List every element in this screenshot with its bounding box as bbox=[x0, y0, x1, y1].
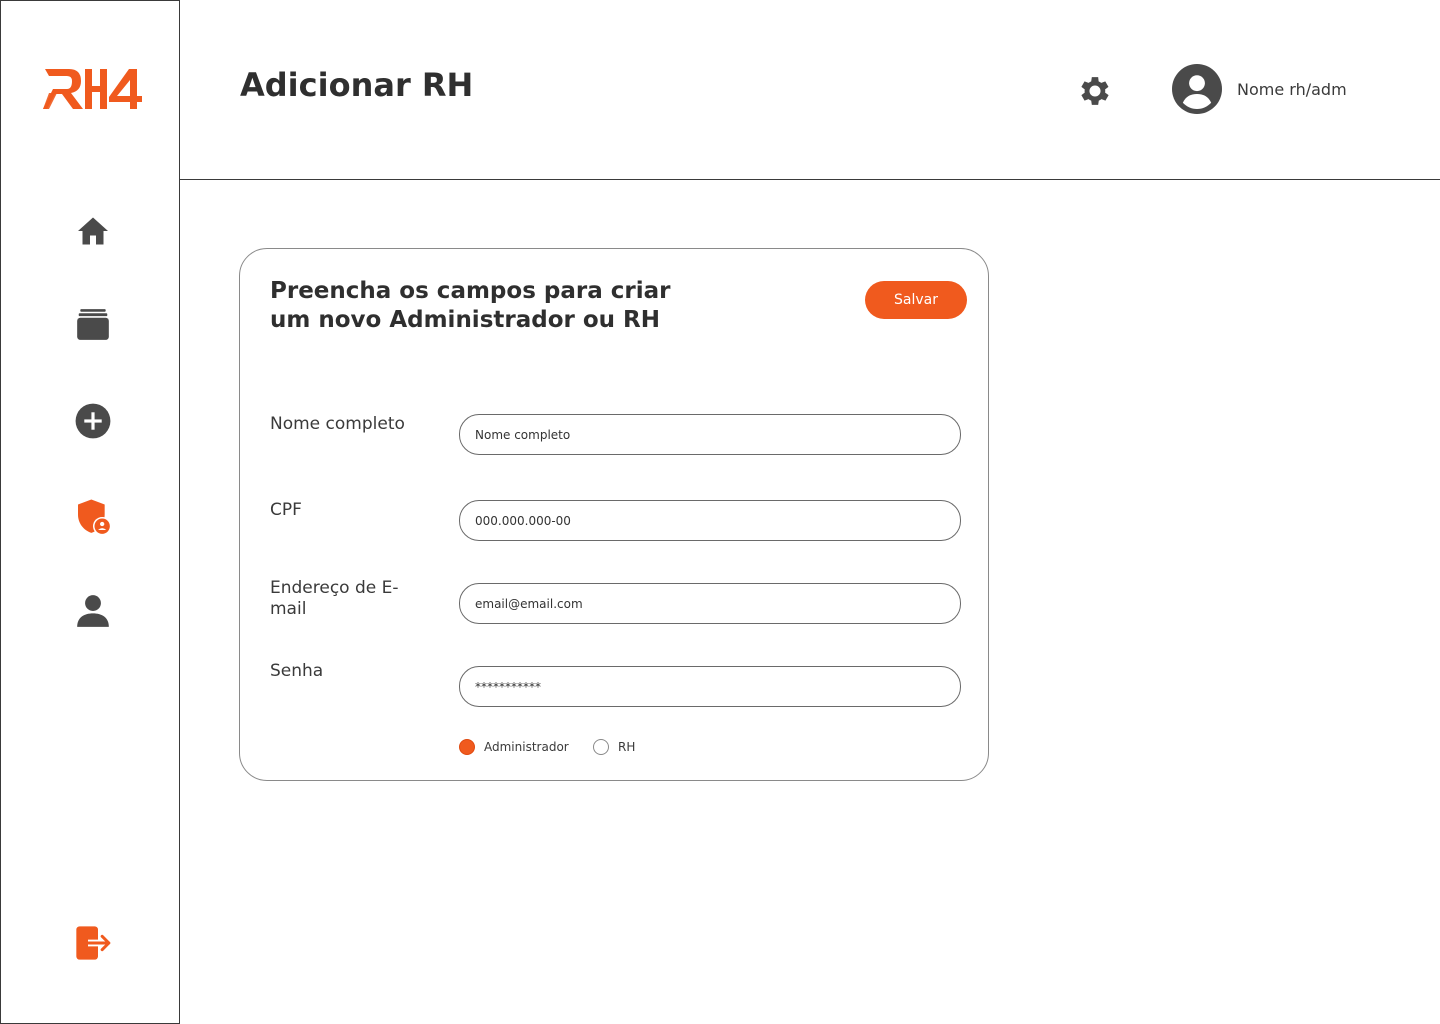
home-icon[interactable] bbox=[73, 211, 113, 251]
add-circle-icon[interactable] bbox=[73, 401, 113, 441]
email-input[interactable] bbox=[459, 583, 961, 624]
radio-administrador[interactable]: Administrador bbox=[459, 739, 569, 755]
avatar-icon[interactable] bbox=[1172, 64, 1222, 114]
gear-icon[interactable] bbox=[1076, 72, 1114, 110]
sidebar bbox=[0, 0, 180, 1024]
name-label: Nome completo bbox=[270, 414, 405, 434]
form-card: Preencha os campos para criar um novo Ad… bbox=[239, 248, 989, 781]
user-name[interactable]: Nome rh/adm bbox=[1237, 80, 1347, 99]
user-icon[interactable] bbox=[73, 591, 113, 631]
logout-icon[interactable] bbox=[73, 923, 113, 963]
cpf-label: CPF bbox=[270, 500, 302, 520]
radio-unchecked-icon[interactable] bbox=[593, 739, 609, 755]
page-title: Adicionar RH bbox=[240, 66, 474, 104]
rh4-logo[interactable] bbox=[43, 65, 143, 115]
cpf-input[interactable] bbox=[459, 500, 961, 541]
save-button[interactable]: Salvar bbox=[865, 281, 967, 319]
form-heading: Preencha os campos para criar um novo Ad… bbox=[270, 278, 671, 333]
shield-user-icon[interactable] bbox=[73, 497, 113, 537]
radio-label: Administrador bbox=[484, 740, 569, 754]
folder-icon[interactable] bbox=[73, 305, 113, 345]
email-label: Endereço de E-mail bbox=[270, 578, 399, 619]
password-label: Senha bbox=[270, 661, 324, 681]
radio-label: RH bbox=[618, 740, 636, 754]
password-input[interactable] bbox=[459, 666, 961, 707]
name-input[interactable] bbox=[459, 414, 961, 455]
radio-checked-icon[interactable] bbox=[459, 739, 475, 755]
top-header: Adicionar RH Nome rh/adm bbox=[180, 0, 1440, 180]
radio-rh[interactable]: RH bbox=[593, 739, 635, 755]
